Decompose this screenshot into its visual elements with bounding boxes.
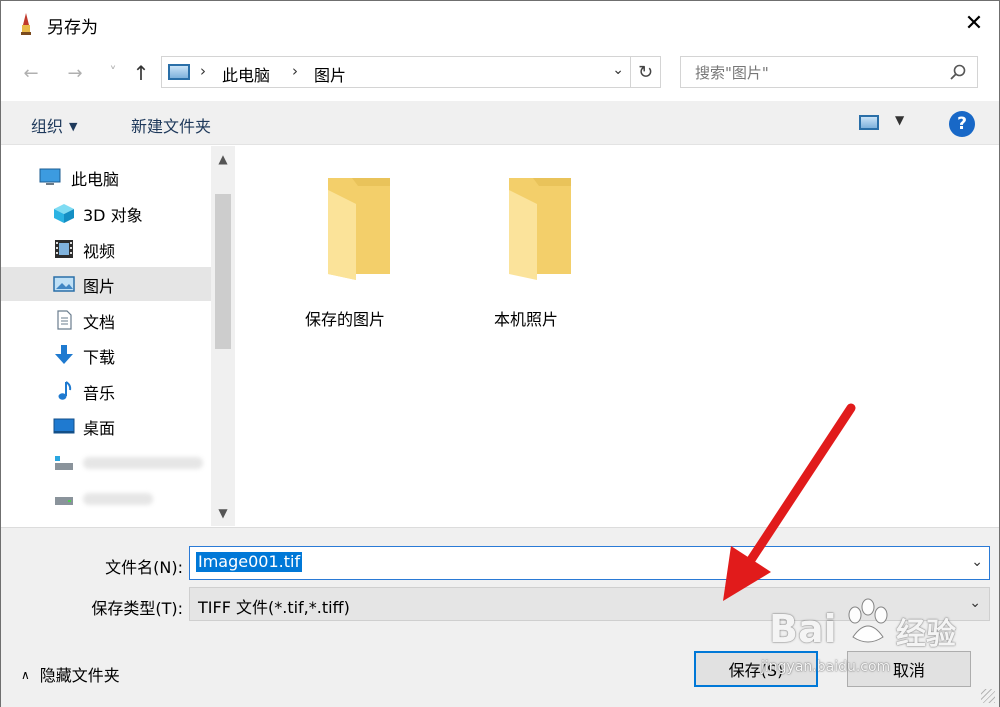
sidebar-item-obscured-drive[interactable] xyxy=(1,482,211,516)
folder-name: 保存的图片 xyxy=(304,310,385,329)
sidebar-item-3d-objects[interactable]: 3D 对象 xyxy=(1,196,211,230)
watermark-brand-cn: 经验 xyxy=(896,617,956,652)
computer-icon xyxy=(39,168,61,185)
sidebar-item-desktop[interactable]: 桌面 xyxy=(1,409,211,443)
sidebar-item-label: 视频 xyxy=(83,242,116,261)
sidebar-item-label: 3D 对象 xyxy=(83,206,143,225)
video-icon xyxy=(55,240,73,258)
folder-item-saved-pictures[interactable]: 保存的图片 xyxy=(270,168,420,338)
pictures-location-icon xyxy=(168,64,190,80)
sidebar-item-label: 图片 xyxy=(83,277,116,296)
save-as-dialog: 另存为 ✕ ← → ˅ ↑ › 此电脑 › 图片 ⌄ ↻ 搜索"图片" 组织 ▼… xyxy=(0,0,1000,707)
sidebar-item-pictures[interactable]: 图片 xyxy=(1,267,211,301)
help-icon: ? xyxy=(957,114,967,134)
scroll-down-icon[interactable]: ▼ xyxy=(211,502,235,524)
hide-folders-toggle[interactable]: ∧ 隐藏文件夹 xyxy=(21,662,120,686)
close-button[interactable]: ✕ xyxy=(955,5,993,41)
drive-icon xyxy=(55,497,73,505)
scroll-up-icon[interactable]: ▲ xyxy=(211,148,235,170)
address-bar[interactable]: › 此电脑 › 图片 ⌄ xyxy=(161,56,631,88)
download-icon xyxy=(55,345,73,364)
up-arrow-icon: ↑ xyxy=(132,61,150,85)
folder-icon xyxy=(328,178,390,280)
folder-name: 本机照片 xyxy=(493,310,558,329)
navigation-pane-scrollbar[interactable]: ▲ ▼ xyxy=(211,146,235,526)
command-toolbar: 组织 ▼ 新建文件夹 ▼ ? xyxy=(1,101,999,145)
forward-button[interactable]: → xyxy=(63,61,87,85)
chevron-down-icon: ˅ xyxy=(109,65,117,81)
sidebar-item-label: 桌面 xyxy=(83,419,116,438)
help-button[interactable]: ? xyxy=(949,111,975,137)
network-drive-icon xyxy=(55,456,73,470)
file-list-area: 保存的图片 本机照片 xyxy=(235,146,999,526)
sidebar-item-this-pc[interactable]: 此电脑 xyxy=(1,160,211,194)
resize-grip[interactable] xyxy=(981,689,995,703)
breadcrumb-separator: › xyxy=(292,62,298,80)
close-icon: ✕ xyxy=(964,10,984,36)
sidebar-item-label: 音乐 xyxy=(83,384,116,403)
forward-arrow-icon: → xyxy=(67,62,83,84)
back-button[interactable]: ← xyxy=(19,61,43,85)
sidebar-item-downloads[interactable]: 下载 xyxy=(1,338,211,372)
paint-app-icon xyxy=(21,13,31,35)
refresh-icon: ↻ xyxy=(637,61,654,83)
scroll-thumb[interactable] xyxy=(215,194,231,349)
window-title: 另存为 xyxy=(47,18,98,38)
hide-folders-label: 隐藏文件夹 xyxy=(39,666,120,685)
navigation-bar: ← → ˅ ↑ › 此电脑 › 图片 ⌄ ↻ 搜索"图片" xyxy=(1,51,999,95)
up-button[interactable]: ↑ xyxy=(129,61,153,85)
sidebar-item-obscured-drive[interactable] xyxy=(1,446,211,480)
folder-item-camera-roll[interactable]: 本机照片 xyxy=(451,168,601,338)
filetype-label: 保存类型(T): xyxy=(91,599,183,618)
search-input[interactable]: 搜索"图片" xyxy=(680,56,978,88)
address-dropdown-icon[interactable]: ⌄ xyxy=(612,62,624,78)
sidebar-item-documents[interactable]: 文档 xyxy=(1,303,211,337)
change-view-button[interactable]: ▼ xyxy=(859,113,911,133)
watermark-brand: Bai xyxy=(769,607,837,651)
refresh-button[interactable]: ↻ xyxy=(631,56,661,88)
obscured-label xyxy=(83,457,203,469)
view-icon xyxy=(859,115,879,130)
organize-label: 组织 xyxy=(31,117,64,136)
obscured-label xyxy=(83,493,153,505)
paw-logo-icon xyxy=(848,598,888,643)
breadcrumb-this-pc[interactable]: 此电脑 xyxy=(222,62,270,86)
caret-down-icon: ▼ xyxy=(69,120,78,133)
chevron-down-icon[interactable]: ⌄ xyxy=(971,554,983,570)
filetype-value: TIFF 文件(*.tif,*.tiff) xyxy=(198,598,350,617)
sidebar-item-label: 文档 xyxy=(83,313,116,332)
music-icon xyxy=(58,381,72,400)
pictures-icon xyxy=(53,276,75,292)
filename-label: 文件名(N): xyxy=(105,558,183,577)
search-icon xyxy=(950,64,966,80)
title-bar: 另存为 ✕ xyxy=(1,1,999,47)
baidu-watermark: Bai 经验 jingyan.baidu.com xyxy=(751,591,991,681)
desktop-icon xyxy=(53,418,75,434)
sidebar-item-music[interactable]: 音乐 xyxy=(1,374,211,408)
documents-icon xyxy=(57,310,72,330)
breadcrumb-pictures[interactable]: 图片 xyxy=(314,62,346,86)
search-placeholder: 搜索"图片" xyxy=(695,64,769,82)
sidebar-item-label: 此电脑 xyxy=(71,170,120,189)
new-folder-label: 新建文件夹 xyxy=(131,117,212,136)
chevron-up-icon: ∧ xyxy=(21,668,30,682)
new-folder-button[interactable]: 新建文件夹 xyxy=(131,113,211,137)
back-arrow-icon: ← xyxy=(23,62,39,84)
3d-objects-icon xyxy=(54,204,74,223)
filename-value: Image001.tif xyxy=(196,552,303,572)
folder-icon xyxy=(509,178,571,280)
sidebar-item-videos[interactable]: 视频 xyxy=(1,232,211,266)
sidebar-item-label: 下载 xyxy=(83,348,116,367)
organize-button[interactable]: 组织 ▼ xyxy=(31,113,77,137)
caret-down-icon: ▼ xyxy=(895,113,905,127)
breadcrumb-separator: › xyxy=(200,62,206,80)
navigation-pane: 此电脑 3D 对象 视频 图片 文档 下载 音乐 桌面 xyxy=(1,146,235,526)
watermark-url: jingyan.baidu.com xyxy=(761,659,891,675)
recent-locations-button[interactable]: ˅ xyxy=(101,61,125,85)
